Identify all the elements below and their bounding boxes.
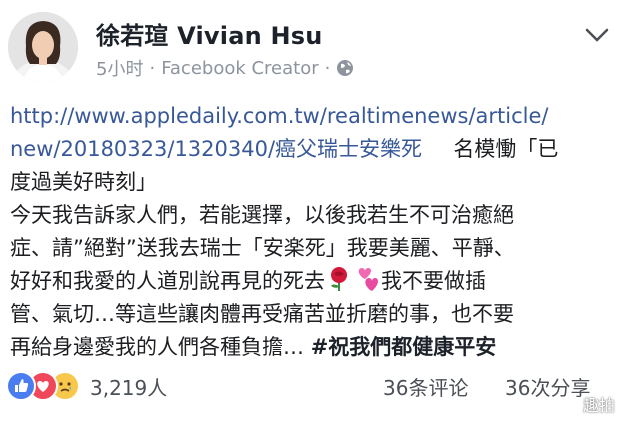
watermark-text: 趣拍	[582, 396, 615, 415]
post-header: 徐若瑄 Vivian Hsu 5小时 · Facebook Creator ·	[0, 0, 625, 92]
post-text: 再給身邊愛我的人們各種負擔…	[10, 335, 304, 359]
chevron-down-icon[interactable]	[583, 24, 611, 46]
meta-separator: ·	[149, 57, 156, 79]
reactions-summary[interactable]: 3,219人	[6, 366, 167, 406]
post-footer: 3,219人 36条评论 36次分享	[0, 360, 625, 410]
avatar[interactable]	[8, 12, 78, 82]
watermark-logo-icon	[561, 394, 579, 414]
rose-emoji-icon	[325, 266, 353, 292]
post-meta: 5小时 · Facebook Creator ·	[96, 55, 354, 81]
globe-icon	[336, 59, 354, 77]
post-text: 度過美好時刻」	[10, 170, 157, 194]
post-line: http://www.appledaily.com.tw/realtimenew…	[10, 100, 615, 133]
post-text: 管、氣切…等這些讓肉體再受痛苦並折磨的事，也不要	[10, 302, 514, 326]
post-text: 症、請”絕對”送我去瑞士「安楽死」我要美麗、平靜、	[10, 236, 515, 260]
post-source: Facebook Creator	[161, 57, 319, 79]
post-text: 今天我告訴家人們，若能選擇，以後我若生不可治癒絕	[10, 203, 514, 227]
post-line: 今天我告訴家人們，若能選擇，以後我若生不可治癒絕	[10, 199, 615, 232]
like-reaction-icon	[6, 371, 36, 401]
post-line: 好好和我愛的人道別說再見的死去 我不要做插	[10, 265, 615, 298]
watermark: 趣拍	[561, 392, 615, 416]
post-text: 名模慟「已	[453, 137, 559, 161]
article-link[interactable]: http://www.appledaily.com.tw/realtimenew…	[10, 104, 548, 128]
hashtag-link[interactable]: #祝我們都健康平安	[311, 335, 497, 359]
post-body: http://www.appledaily.com.tw/realtimenew…	[10, 100, 615, 364]
post-line: new/20180323/1320340/癌父瑞士安樂死 名模慟「已	[10, 133, 615, 166]
comments-count[interactable]: 36条评论	[383, 372, 468, 401]
meta-separator-2: ·	[324, 57, 331, 79]
post-time[interactable]: 5小时	[96, 55, 143, 81]
author-name[interactable]: 徐若瑄 Vivian Hsu	[96, 16, 323, 51]
article-link-continued[interactable]: new/20180323/1320340/癌父瑞士安樂死	[10, 137, 422, 161]
avatar-image	[8, 12, 78, 82]
post-text: 我不要做插	[381, 269, 486, 293]
reaction-count[interactable]: 3,219人	[90, 372, 167, 401]
post-line: 症、請”絕對”送我去瑞士「安楽死」我要美麗、平靜、	[10, 232, 615, 265]
two-hearts-emoji-icon	[353, 266, 381, 292]
post-text: 好好和我愛的人道別說再見的死去	[10, 269, 325, 293]
post-line: 管、氣切…等這些讓肉體再受痛苦並折磨的事，也不要	[10, 298, 615, 331]
post-line: 度過美好時刻」	[10, 166, 615, 199]
